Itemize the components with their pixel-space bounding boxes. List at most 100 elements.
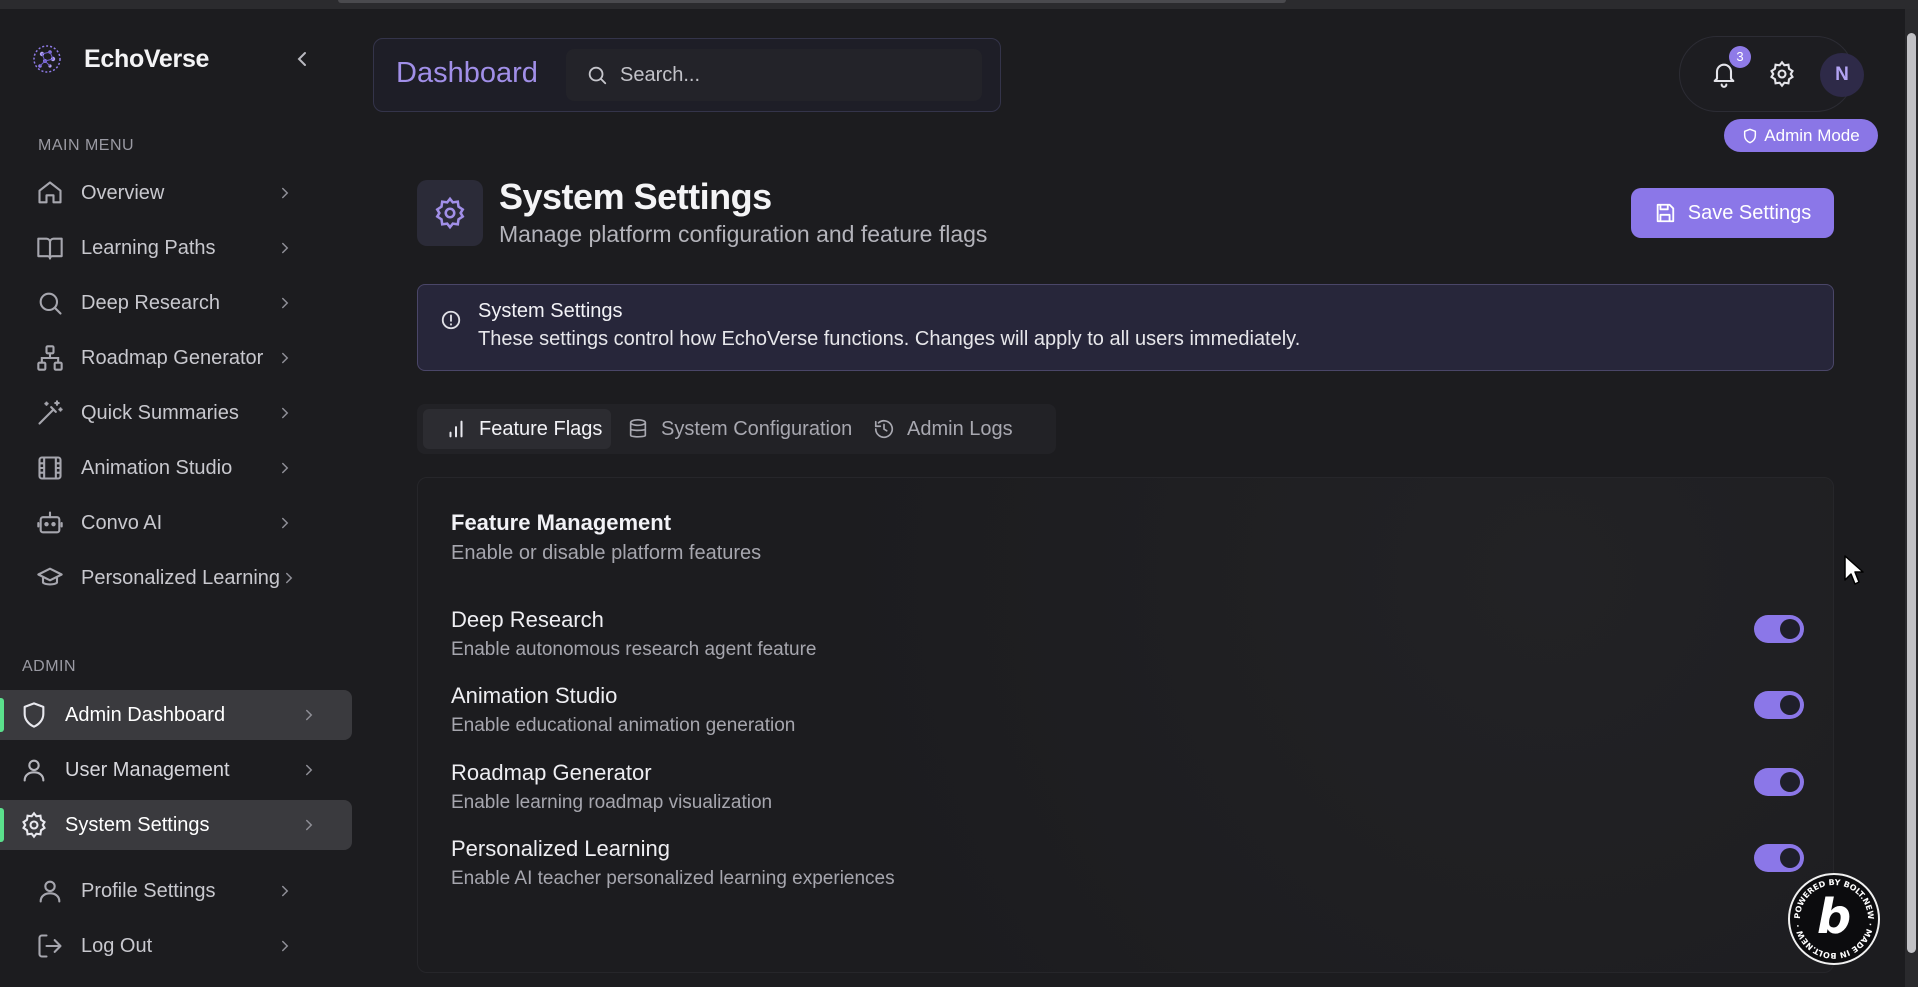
sidebar-item-learning-paths[interactable]: Learning Paths	[22, 225, 318, 271]
home-icon	[36, 179, 64, 207]
feature-name: Animation Studio	[451, 683, 618, 708]
notification-badge: 3	[1729, 46, 1751, 68]
panel-subtitle: Enable or disable platform features	[451, 542, 762, 564]
personalized-learning-toggle[interactable]	[1754, 844, 1804, 872]
info-alert: System Settings These settings control h…	[417, 284, 1834, 371]
toggle-knob	[1780, 695, 1800, 715]
feature-management-panel: Feature Management Enable or disable pla…	[417, 477, 1834, 973]
sidebar-item-label: Profile Settings	[81, 879, 216, 902]
sidebar-item-label: System Settings	[65, 813, 210, 836]
sidebar-item-quick-summaries[interactable]: Quick Summaries	[22, 390, 318, 436]
page-subtitle: Manage platform configuration and featur…	[499, 221, 988, 247]
mouse-cursor-icon	[1843, 554, 1865, 586]
wand-icon	[36, 399, 64, 427]
search-input[interactable]	[620, 63, 960, 87]
gear-icon	[433, 196, 467, 230]
chevron-right-icon	[300, 706, 318, 724]
feature-row-personalized-learning: Personalized Learning Enable AI teacher …	[451, 836, 1811, 896]
feature-row-roadmap-generator: Roadmap Generator Enable learning roadma…	[451, 760, 1811, 820]
bolt-letter: b	[1816, 889, 1852, 945]
film-icon	[36, 454, 64, 482]
bar-chart-icon	[445, 418, 467, 440]
sidebar-item-admin-dashboard[interactable]: Admin Dashboard	[0, 690, 352, 740]
chevron-right-icon	[276, 349, 294, 367]
user-icon	[20, 756, 48, 784]
sidebar-item-label: Quick Summaries	[81, 401, 239, 424]
chevron-right-icon	[280, 569, 298, 587]
sidebar-item-roadmap-generator[interactable]: Roadmap Generator	[22, 335, 318, 381]
sidebar-item-deep-research[interactable]: Deep Research	[22, 280, 318, 326]
chevron-right-icon	[276, 514, 294, 532]
sidebar-item-overview[interactable]: Overview	[22, 170, 318, 216]
settings-tabs: Feature Flags System Configuration Admin…	[417, 404, 1056, 454]
avatar[interactable]: N	[1820, 53, 1864, 97]
chevron-right-icon	[300, 761, 318, 779]
deep-research-toggle[interactable]	[1754, 615, 1804, 643]
admin-mode-label: Admin Mode	[1764, 125, 1860, 145]
alert-description: These settings control how EchoVerse fun…	[478, 328, 1301, 350]
scrollbar-thumb[interactable]	[1907, 33, 1916, 953]
brand-name: EchoVerse	[84, 44, 210, 73]
page-scrollbar[interactable]	[1905, 9, 1918, 987]
feature-description: Enable AI teacher personalized learning …	[451, 868, 895, 889]
tab-feature-flags[interactable]: Feature Flags	[423, 409, 611, 449]
feature-row-deep-research: Deep Research Enable autonomous research…	[451, 607, 1811, 667]
book-icon	[36, 234, 64, 262]
toggle-knob	[1780, 619, 1800, 639]
page-icon	[417, 180, 483, 246]
tab-admin-logs[interactable]: Admin Logs	[859, 409, 1049, 449]
tab-label: Feature Flags	[479, 417, 603, 440]
sidebar-item-label: Learning Paths	[81, 236, 216, 259]
echoverse-logo-icon	[30, 42, 64, 76]
sidebar-item-user-management[interactable]: User Management	[0, 745, 352, 795]
search-icon	[586, 64, 608, 86]
save-icon	[1654, 202, 1676, 224]
sidebar-item-label: Admin Dashboard	[65, 703, 226, 726]
feature-name: Personalized Learning	[451, 836, 670, 861]
database-icon	[627, 418, 649, 440]
tab-system-configuration[interactable]: System Configuration	[611, 409, 859, 449]
sidebar-item-label: Deep Research	[81, 291, 220, 314]
feature-description: Enable educational animation generation	[451, 715, 796, 736]
feature-description: Enable learning roadmap visualization	[451, 792, 773, 813]
user-icon	[36, 877, 64, 905]
main-menu-label: MAIN MENU	[38, 137, 135, 154]
save-settings-label: Save Settings	[1687, 201, 1812, 224]
sidebar-item-personalized-learning[interactable]: Personalized Learning	[22, 555, 318, 601]
sidebar-item-log-out[interactable]: Log Out	[22, 923, 318, 969]
feature-row-animation-studio: Animation Studio Enable educational anim…	[451, 683, 1811, 743]
chevron-right-icon	[276, 882, 294, 900]
sidebar-item-label: Roadmap Generator	[81, 346, 264, 369]
feature-description: Enable autonomous research agent feature	[451, 639, 817, 660]
sidebar-item-animation-studio[interactable]: Animation Studio	[22, 445, 318, 491]
active-indicator	[0, 808, 4, 842]
chevron-right-icon	[276, 239, 294, 257]
header-bar: Dashboard	[373, 38, 1001, 112]
history-icon	[873, 418, 895, 440]
graduation-cap-icon	[36, 564, 64, 592]
save-settings-button[interactable]: Save Settings	[1631, 188, 1834, 238]
sidebar-item-profile-settings[interactable]: Profile Settings	[22, 868, 318, 914]
bolt-badge[interactable]: POWERED BY BOLT.NEW · MADE IN BOLT.NEW ·…	[1788, 873, 1880, 965]
chevron-right-icon	[276, 459, 294, 477]
roadmap-generator-toggle[interactable]	[1754, 768, 1804, 796]
toggle-knob	[1780, 772, 1800, 792]
animation-studio-toggle[interactable]	[1754, 691, 1804, 719]
brand[interactable]: EchoVerse	[30, 39, 209, 79]
admin-mode-badge[interactable]: Admin Mode	[1724, 119, 1878, 152]
bot-icon	[36, 509, 64, 537]
collapse-sidebar-icon[interactable]	[290, 47, 314, 71]
top-actions: 3 N	[1679, 36, 1864, 112]
search-box[interactable]	[566, 49, 982, 101]
active-indicator	[0, 698, 4, 732]
gear-icon[interactable]	[1768, 60, 1796, 88]
feature-name: Roadmap Generator	[451, 760, 652, 785]
sidebar-item-label: Overview	[81, 181, 165, 204]
alert-title: System Settings	[478, 300, 623, 322]
network-icon	[36, 344, 64, 372]
sidebar-item-system-settings[interactable]: System Settings	[0, 800, 352, 850]
tab-label: System Configuration	[661, 417, 853, 440]
sidebar-item-convo-ai[interactable]: Convo AI	[22, 500, 318, 546]
chevron-right-icon	[276, 294, 294, 312]
panel-title: Feature Management	[451, 510, 672, 535]
